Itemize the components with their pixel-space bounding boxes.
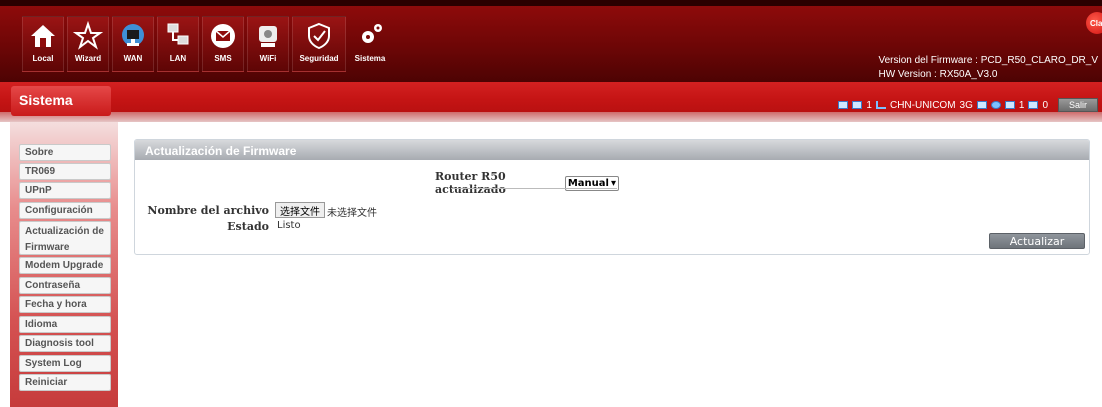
network-type: 3G xyxy=(959,99,973,111)
update-button[interactable]: Actualizar xyxy=(989,233,1085,249)
gear-icon xyxy=(362,24,382,43)
nav-local-button[interactable]: Local xyxy=(22,16,64,72)
sidebar-item-reiniciar[interactable]: Reiniciar xyxy=(19,374,111,391)
sim-icon xyxy=(838,101,849,109)
chevron-down-icon: ▾ xyxy=(610,177,616,189)
section-title: Sistema xyxy=(11,86,111,116)
shield-icon xyxy=(308,22,330,50)
sidebar-item-system-log[interactable]: System Log xyxy=(19,355,111,372)
sms-icon xyxy=(211,24,235,48)
sim-count: 1 xyxy=(866,99,872,111)
claro-logo: Claro xyxy=(1086,12,1102,34)
sidebar-item-actualizacion-firmware[interactable]: Actualización de Firmware xyxy=(19,221,111,255)
file-label: Nombre del archivo xyxy=(147,204,269,217)
home-icon xyxy=(31,25,55,47)
wlan-status-icon xyxy=(1028,101,1039,109)
nav-label: LAN xyxy=(169,54,187,63)
nav-wifi-button[interactable]: WiFi xyxy=(247,16,289,72)
nav-label: Sistema xyxy=(354,54,386,63)
nav-sms-button[interactable]: SMS xyxy=(202,16,244,72)
nav-sistema-button[interactable]: Sistema xyxy=(349,16,391,72)
logout-button[interactable]: Salir xyxy=(1058,98,1098,112)
main-nav: Local Wizard WAN LAN SMS WiFi Seguridad … xyxy=(22,16,391,72)
wan-icon xyxy=(122,24,144,46)
nav-label: Wizard xyxy=(74,54,102,63)
nav-label: WAN xyxy=(123,54,143,63)
nav-seguridad-button[interactable]: Seguridad xyxy=(292,16,346,72)
panel-title: Actualización de Firmware xyxy=(135,140,1089,160)
globe-icon xyxy=(990,101,1001,109)
sidebar: Sobre TR069 UPnP Configuración Actualiza… xyxy=(10,122,118,407)
router-label: Router R50 actualizado xyxy=(435,170,506,196)
wlan-count: 0 xyxy=(1042,99,1048,111)
sidebar-item-sobre[interactable]: Sobre xyxy=(19,144,111,161)
operator-name: CHN-UNICOM xyxy=(889,99,956,111)
router-mode-row: Router R50 actualizado Manual ▾ xyxy=(435,170,619,196)
sidebar-item-configuracion[interactable]: Configuración xyxy=(19,202,111,219)
section-bar-gradient xyxy=(0,112,1102,122)
sidebar-item-idioma[interactable]: Idioma xyxy=(19,316,111,333)
choose-file-button[interactable]: 选择文件 xyxy=(275,202,325,218)
firmware-info: Version del Firmware : PCD_R50_CLARO_DR_… xyxy=(878,54,1098,82)
nav-label: Local xyxy=(32,54,54,63)
network-status-icon xyxy=(976,101,987,109)
nav-label: WiFi xyxy=(259,54,277,63)
firmware-update-panel: Actualización de Firmware Router R50 act… xyxy=(134,139,1090,255)
status-bar: 1 CHN-UNICOM 3G 1 0 Salir xyxy=(838,98,1098,112)
sidebar-item-contrasena[interactable]: Contraseña xyxy=(19,277,111,294)
estado-label: Estado xyxy=(227,220,269,233)
update-mode-value: Manual xyxy=(567,177,609,189)
estado-value: Listo xyxy=(277,220,301,231)
nav-label: SMS xyxy=(214,54,232,63)
top-header: Local Wizard WAN LAN SMS WiFi Seguridad … xyxy=(0,0,1102,82)
signal-icon xyxy=(875,101,886,109)
sidebar-item-fecha-hora[interactable]: Fecha y hora xyxy=(19,296,111,313)
sidebar-item-upnp[interactable]: UPnP xyxy=(19,182,111,199)
sidebar-item-diagnosis-tool[interactable]: Diagnosis tool xyxy=(19,335,111,352)
firmware-version: Version del Firmware : PCD_R50_CLARO_DR_… xyxy=(878,55,1098,66)
sidebar-item-modem-upgrade[interactable]: Modem Upgrade xyxy=(19,257,111,274)
file-status: 未选择文件 xyxy=(327,208,377,219)
sms-status-icon xyxy=(852,101,863,109)
nav-wizard-button[interactable]: Wizard xyxy=(67,16,109,72)
wifi-icon xyxy=(259,26,277,47)
hw-version: HW Version : RX50A_V3.0 xyxy=(878,69,998,80)
nav-label: Seguridad xyxy=(299,54,339,63)
divider xyxy=(451,188,617,189)
nav-lan-button[interactable]: LAN xyxy=(157,16,199,72)
nav-wan-button[interactable]: WAN xyxy=(112,16,154,72)
sidebar-item-tr069[interactable]: TR069 xyxy=(19,163,111,180)
wizard-icon xyxy=(73,21,103,50)
lan-count: 1 xyxy=(1018,99,1025,111)
lan-icon xyxy=(167,23,189,45)
router-admin-page: Local Wizard WAN LAN SMS WiFi Seguridad … xyxy=(0,0,1102,407)
lan-status-icon xyxy=(1004,101,1015,109)
